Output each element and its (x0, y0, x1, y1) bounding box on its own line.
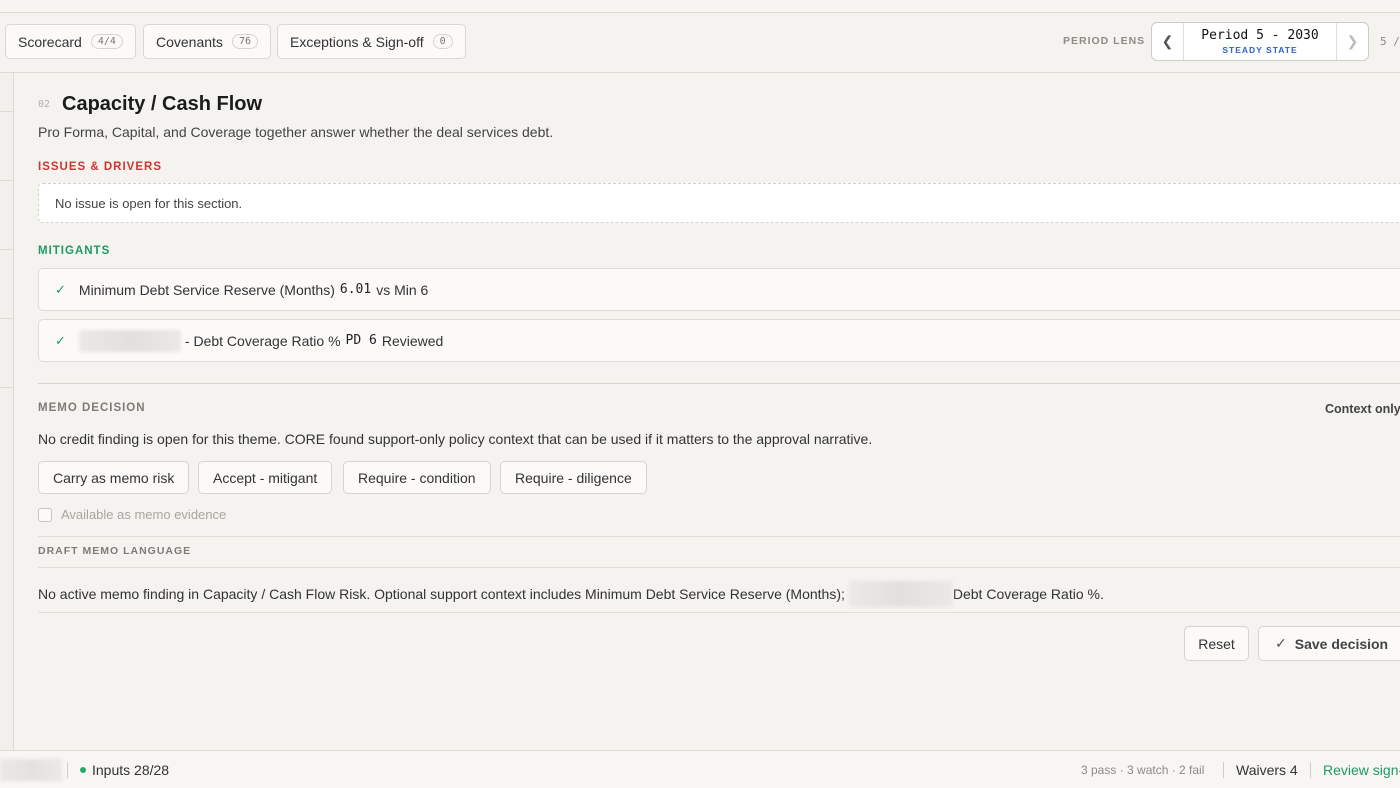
mitigant-suffix: vs Min 6 (376, 281, 429, 298)
tabs-bar: Scorecard 4/4 Covenants 76 Exceptions & … (0, 13, 1400, 73)
redacted-text (78, 329, 181, 352)
status-separator (1223, 762, 1224, 778)
chevron-left-icon: ❮ (1161, 33, 1174, 49)
check-icon: ✓ (1275, 635, 1287, 651)
mitigant-text: Minimum Debt Service Reserve (Months) (78, 281, 335, 298)
period-phase: STEADY STATE (1222, 45, 1298, 55)
draft-text-end: Debt Coverage Ratio %. (952, 586, 1104, 602)
memo-description: No credit finding is open for this theme… (38, 431, 873, 447)
tab-label: Exceptions & Sign-off (290, 33, 424, 50)
period-count: 5 / (1380, 35, 1400, 48)
status-separator (1310, 762, 1311, 778)
require-diligence-button[interactable]: Require - diligence (500, 461, 647, 494)
tab-count-badge: 76 (231, 34, 258, 49)
check-icon: ✓ (55, 281, 66, 297)
memo-evidence-checkbox[interactable] (38, 507, 52, 522)
period-lens-label: PERIOD LENS (1063, 35, 1146, 47)
status-separator (67, 762, 68, 778)
tab-label: Scorecard (18, 33, 82, 50)
draft-text-start: No active memo finding in Capacity / Cas… (38, 586, 845, 602)
rail-divider (0, 387, 13, 388)
mitigant-item: ✓ Minimum Debt Service Reserve (Months) … (38, 268, 1400, 311)
top-strip (0, 0, 1400, 13)
status-bar: Inputs 28/28 3 pass · 3 watch · 2 fail W… (0, 750, 1400, 788)
rail-divider (0, 111, 13, 112)
tab-covenants[interactable]: Covenants 76 (143, 24, 271, 59)
memo-decision-label: MEMO DECISION (38, 402, 146, 414)
period-next-button[interactable]: ❯ (1336, 23, 1368, 60)
save-decision-button[interactable]: ✓ Save decision (1258, 626, 1400, 661)
draft-memo-text: No active memo finding in Capacity / Cas… (38, 581, 1104, 607)
issues-drivers-label: ISSUES & DRIVERS (38, 161, 162, 173)
check-stats: 3 pass · 3 watch · 2 fail (1081, 763, 1205, 777)
issues-empty-state: No issue is open for this section. (38, 183, 1400, 223)
require-condition-button[interactable]: Require - condition (343, 461, 491, 494)
section-panel: 02 Capacity / Cash Flow Pro Forma, Capit… (14, 73, 1400, 750)
save-decision-label: Save decision (1294, 635, 1389, 652)
carry-as-memo-risk-button[interactable]: Carry as memo risk (38, 461, 190, 494)
section-title: Capacity / Cash Flow (62, 93, 263, 115)
inputs-status: Inputs 28/28 (92, 762, 170, 778)
waivers-count[interactable]: Waivers 4 (1236, 762, 1298, 778)
accept-mitigant-button[interactable]: Accept - mitigant (198, 461, 333, 494)
rail-divider (0, 180, 13, 181)
rail-divider (0, 249, 13, 250)
tab-scorecard[interactable]: Scorecard 4/4 (5, 24, 136, 59)
tab-exceptions-signoff[interactable]: Exceptions & Sign-off 0 (277, 24, 466, 59)
reset-button[interactable]: Reset (1184, 626, 1249, 661)
status-dot-icon (80, 767, 86, 773)
period-value: Period 5 - 2030 (1201, 28, 1319, 43)
period-selector: ❮ Period 5 - 2030 STEADY STATE ❯ (1151, 22, 1369, 61)
section-divider (38, 383, 1400, 384)
memo-evidence-option: Available as memo evidence (38, 507, 226, 522)
section-number: 02 (38, 99, 51, 110)
memo-evidence-label: Available as memo evidence (61, 507, 227, 522)
draft-memo-label: DRAFT MEMO LANGUAGE (38, 545, 192, 557)
rail-divider (0, 318, 13, 319)
memo-divider (38, 567, 1400, 568)
mitigant-text: - Debt Coverage Ratio % (184, 332, 341, 349)
redacted-text (0, 759, 62, 781)
period-prev-button[interactable]: ❮ (1152, 23, 1184, 60)
tab-count-badge: 4/4 (90, 34, 123, 49)
review-signoff-link[interactable]: Review sign- (1323, 762, 1400, 778)
memo-divider (38, 612, 1400, 613)
tab-count-badge: 0 (432, 34, 453, 49)
memo-context-status: Context only (1325, 402, 1400, 416)
mitigants-label: MITIGANTS (38, 245, 111, 257)
left-rail (0, 73, 14, 750)
tab-label: Covenants (156, 33, 223, 50)
mitigant-suffix: Reviewed (381, 332, 444, 349)
check-icon: ✓ (55, 332, 66, 348)
memo-divider (38, 536, 1400, 537)
mitigant-item: ✓ - Debt Coverage Ratio % PD 6 Reviewed (38, 319, 1400, 362)
chevron-right-icon: ❯ (1346, 33, 1359, 49)
section-description: Pro Forma, Capital, and Coverage togethe… (38, 124, 554, 140)
redacted-text (848, 581, 953, 607)
mitigant-value: 6.01 (339, 282, 372, 297)
mitigant-value: PD 6 (345, 333, 377, 348)
